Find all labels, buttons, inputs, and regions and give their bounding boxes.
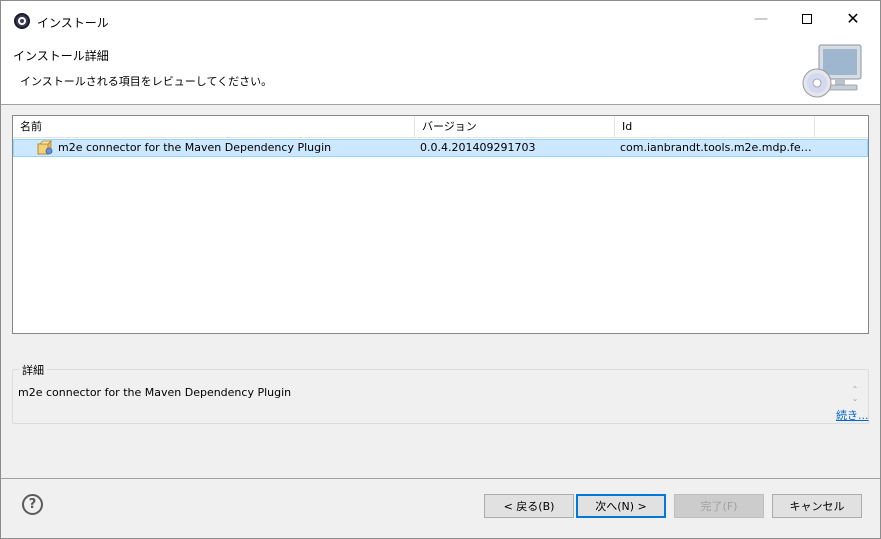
close-icon: ✕: [846, 9, 860, 28]
scroll-up-icon: ⌃: [851, 385, 859, 394]
eclipse-icon: [14, 13, 30, 29]
table-header: 名前 バージョン Id: [13, 116, 868, 138]
install-items-table[interactable]: 名前 バージョン Id m2e connector for the Maven …: [12, 115, 869, 334]
close-button[interactable]: ✕: [830, 1, 876, 37]
column-header-version[interactable]: バージョン: [415, 116, 615, 138]
monitor-cd-icon: [802, 44, 862, 98]
page-title: インストール詳細: [13, 49, 109, 63]
row-version: 0.0.4.201409291703: [420, 141, 536, 154]
more-link[interactable]: 続き...: [836, 407, 869, 423]
column-header-id[interactable]: Id: [615, 116, 815, 138]
cancel-button[interactable]: キャンセル: [772, 494, 862, 518]
next-button[interactable]: 次へ(N) >: [576, 494, 666, 518]
title-bar: インストール — ✕: [1, 1, 880, 37]
details-label: 詳細: [19, 362, 47, 378]
maximize-icon: [802, 14, 812, 24]
details-scrollbar[interactable]: ⌃ ⌄: [849, 385, 861, 405]
details-text: m2e connector for the Maven Dependency P…: [18, 386, 292, 399]
wizard-header: インストール詳細 インストールされる項目をレビューしてください。: [1, 37, 880, 105]
install-dialog: インストール — ✕ インストール詳細 インストールされる項目をレビューしてくだ…: [0, 0, 881, 539]
window-title: インストール: [37, 16, 109, 30]
row-name: m2e connector for the Maven Dependency P…: [58, 141, 332, 154]
row-id: com.ianbrandt.tools.m2e.mdp.feat...: [620, 141, 812, 154]
back-button[interactable]: < 戻る(B): [484, 494, 574, 518]
minimize-button[interactable]: —: [738, 1, 784, 37]
footer-divider: [1, 478, 880, 479]
page-description: インストールされる項目をレビューしてください。: [20, 75, 273, 88]
help-icon[interactable]: ?: [22, 494, 43, 515]
column-header-name[interactable]: 名前: [13, 116, 415, 138]
minimize-icon: —: [754, 11, 768, 27]
feature-plugin-icon: [37, 140, 53, 155]
scroll-down-icon: ⌄: [851, 394, 859, 403]
maximize-button[interactable]: [784, 1, 830, 37]
finish-button[interactable]: 完了(F): [674, 494, 764, 518]
table-row[interactable]: m2e connector for the Maven Dependency P…: [13, 139, 868, 157]
